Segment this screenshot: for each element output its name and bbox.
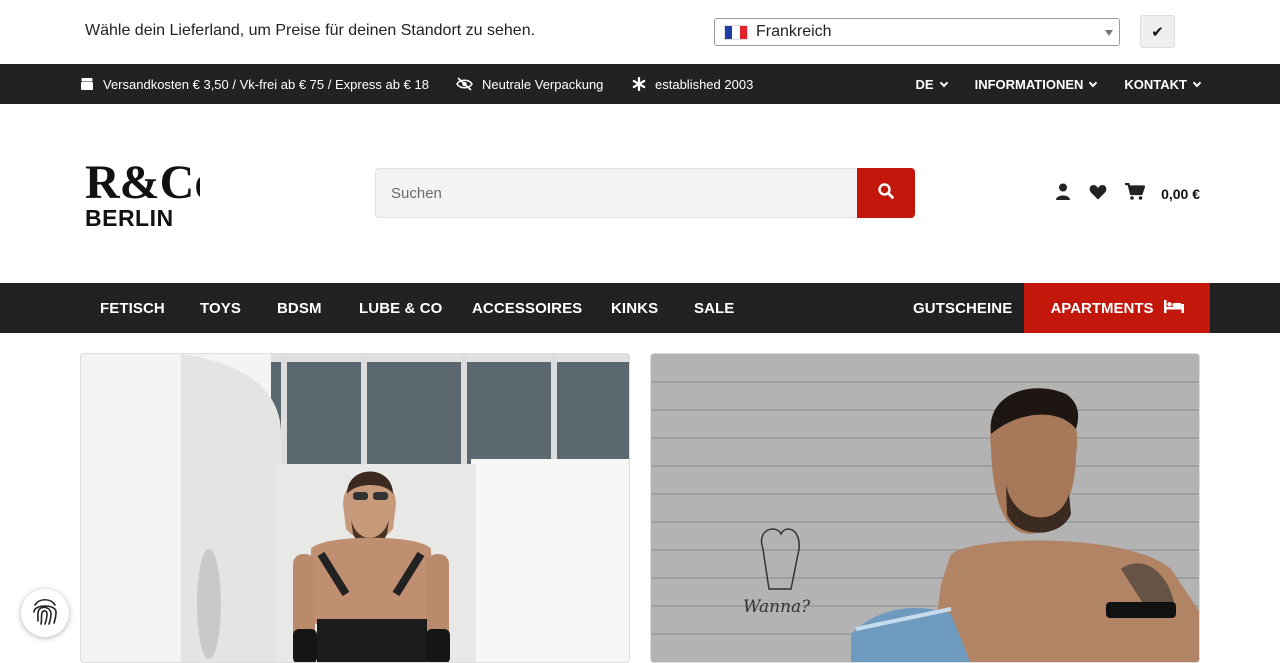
banner-right-image: Wanna? <box>651 354 1199 662</box>
info-bar: Versandkosten € 3,50 / Vk-frei ab € 75 /… <box>0 64 1280 104</box>
search-bar <box>375 168 915 218</box>
contact-dropdown[interactable]: KONTAKT <box>1124 76 1202 92</box>
country-select-value: Frankreich <box>756 23 832 40</box>
cookie-settings-button[interactable] <box>21 589 69 637</box>
banner-left-image <box>81 354 629 662</box>
nav-item-lube[interactable]: LUBE & CO <box>359 283 442 333</box>
main-nav: FETISCH TOYS BDSM LUBE & CO ACCESSOIRES … <box>0 283 1280 333</box>
fingerprint-icon <box>29 595 61 632</box>
chevron-down-icon <box>939 78 948 87</box>
caret-down-icon <box>1105 30 1113 36</box>
banner-caption: Wanna? <box>743 597 811 617</box>
contact-label: KONTAKT <box>1124 76 1187 92</box>
cart-total[interactable]: 0,00 € <box>1161 186 1200 202</box>
country-message: Wähle dein Lieferland, um Preise für dei… <box>85 22 536 39</box>
nav-item-apartments[interactable]: APARTMENTS <box>1024 283 1210 333</box>
bed-icon <box>1163 299 1184 317</box>
information-label: INFORMATIONEN <box>974 76 1084 92</box>
nav-item-fetisch[interactable]: FETISCH <box>100 283 165 333</box>
box-icon <box>80 77 94 91</box>
logo-text: BERLIN <box>85 205 174 230</box>
nav-item-kinks[interactable]: KINKS <box>611 283 658 333</box>
search-input[interactable] <box>375 168 857 218</box>
france-flag-icon <box>724 24 748 40</box>
search-icon <box>878 182 894 204</box>
confirm-country-button[interactable]: ✔ <box>1140 15 1175 48</box>
site-logo[interactable]: R&Co BERLIN <box>85 156 218 235</box>
banner-left[interactable] <box>80 353 630 663</box>
nav-item-toys[interactable]: TOYS <box>200 283 241 333</box>
cart-icon[interactable] <box>1125 182 1146 205</box>
established-text: established 2003 <box>655 76 754 92</box>
shipping-info[interactable]: Versandkosten € 3,50 / Vk-frei ab € 75 /… <box>80 64 429 104</box>
packaging-info: Neutrale Verpackung <box>456 64 603 104</box>
chevron-down-icon <box>1192 78 1202 87</box>
logo-mark: R&Co <box>85 158 200 209</box>
nav-item-sale[interactable]: SALE <box>694 283 734 333</box>
nav-item-accessoires[interactable]: ACCESSOIRES <box>472 283 582 333</box>
banner-right[interactable]: Wanna? <box>650 353 1200 663</box>
country-bar: Wähle dein Lieferland, um Preise für dei… <box>0 0 1280 64</box>
shipping-text: Versandkosten € 3,50 / Vk-frei ab € 75 /… <box>103 76 429 92</box>
eye-slash-icon <box>456 77 473 91</box>
language-label: DE <box>915 76 934 92</box>
nav-item-bdsm[interactable]: BDSM <box>277 283 322 333</box>
search-button[interactable] <box>857 168 915 218</box>
packaging-text: Neutrale Verpackung <box>482 76 604 92</box>
apartments-label: APARTMENTS <box>1050 299 1154 317</box>
heart-icon[interactable] <box>1089 184 1107 205</box>
user-icon[interactable] <box>1055 183 1071 205</box>
info-bar-menus: DE INFORMATIONEN KONTAKT <box>915 64 1202 104</box>
language-dropdown[interactable]: DE <box>915 76 948 92</box>
header-actions: 0,00 € <box>1055 182 1200 205</box>
chevron-down-icon <box>1089 78 1098 87</box>
country-select[interactable]: Frankreich <box>714 18 1120 46</box>
nav-item-gutscheine[interactable]: GUTSCHEINE <box>913 283 1012 333</box>
established-info: established 2003 <box>632 64 753 104</box>
asterisk-icon <box>632 77 646 91</box>
information-dropdown[interactable]: INFORMATIONEN <box>974 76 1098 92</box>
